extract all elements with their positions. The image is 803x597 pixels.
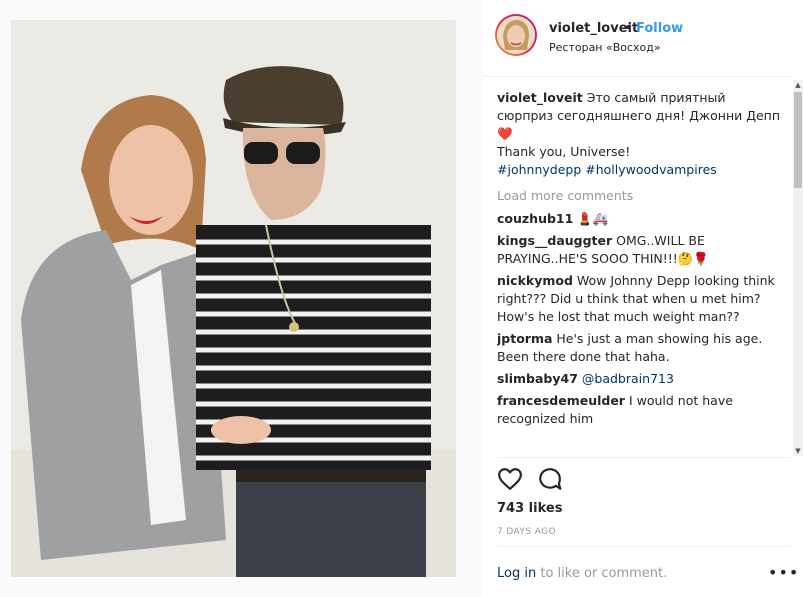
comment-text: 💄🚑 bbox=[577, 211, 609, 226]
comment-username[interactable]: francesdemeulder bbox=[497, 393, 625, 408]
scroll-up-arrow-icon[interactable]: ▲ bbox=[793, 80, 803, 90]
login-link[interactable]: Log in bbox=[497, 566, 536, 581]
comment-username[interactable]: nickkymod bbox=[497, 273, 573, 288]
caption-hashtags[interactable]: #johnnydepp #hollywoodvampires bbox=[497, 161, 783, 179]
comments-list[interactable]: violet_loveit Это самый приятный сюрприз… bbox=[497, 89, 783, 456]
post-header: violet_loveit • Follow Ресторан «Восход» bbox=[483, 0, 791, 77]
post-photo-illustration bbox=[11, 20, 456, 577]
post-photo[interactable] bbox=[11, 20, 456, 577]
comment-item: nickkymod Wow Johnny Depp looking think … bbox=[497, 272, 783, 326]
caption: violet_loveit Это самый приятный сюрприз… bbox=[497, 89, 783, 179]
comment-username[interactable]: slimbaby47 bbox=[497, 371, 578, 386]
comment-item: kings__dauggter OMG..WILL BE PRAYING..HE… bbox=[497, 232, 783, 268]
load-more-comments-button[interactable]: Load more comments bbox=[497, 187, 783, 205]
comment-item: couzhub11 💄🚑 bbox=[497, 210, 783, 228]
divider bbox=[497, 546, 791, 547]
caption-line-2: Thank you, Universe! bbox=[497, 144, 631, 159]
like-button[interactable] bbox=[497, 466, 523, 492]
avatar-ring[interactable] bbox=[495, 14, 537, 56]
scroll-down-arrow-icon[interactable]: ▼ bbox=[793, 446, 803, 456]
scrollbar-thumb[interactable] bbox=[794, 92, 802, 188]
likes-count[interactable]: 743 likes bbox=[497, 501, 562, 516]
avatar-image bbox=[497, 16, 535, 54]
comment-item: slimbaby47 @badbrain713 bbox=[497, 370, 783, 388]
caption-username[interactable]: violet_loveit bbox=[497, 90, 583, 105]
heart-icon bbox=[498, 468, 522, 490]
follow-button[interactable]: Follow bbox=[636, 21, 683, 36]
comment-bubble-icon bbox=[539, 468, 562, 490]
login-prompt-text: to like or comment. bbox=[540, 566, 668, 581]
comment-button[interactable] bbox=[537, 466, 563, 492]
more-options-icon[interactable]: ••• bbox=[768, 565, 799, 581]
login-prompt: Log in to like or comment. bbox=[497, 566, 667, 581]
comment-item: jptorma He's just a man showing his age.… bbox=[497, 330, 783, 366]
divider bbox=[497, 457, 791, 458]
avatar[interactable] bbox=[497, 16, 535, 54]
comment-username[interactable]: couzhub11 bbox=[497, 211, 573, 226]
comment-username[interactable]: jptorma bbox=[497, 331, 552, 346]
comment-mention[interactable]: @badbrain713 bbox=[582, 371, 674, 386]
header-separator: • bbox=[624, 21, 632, 36]
photo-area bbox=[0, 0, 483, 597]
comment-item: francesdemeulder I would not have recogn… bbox=[497, 392, 783, 428]
comments-scrollbar[interactable]: ▲ ▼ bbox=[793, 80, 803, 456]
location-link[interactable]: Ресторан «Восход» bbox=[549, 41, 661, 54]
post-timestamp[interactable]: 7 DAYS AGO bbox=[497, 527, 556, 537]
comment-username[interactable]: kings__dauggter bbox=[497, 233, 612, 248]
post-side-panel: violet_loveit • Follow Ресторан «Восход»… bbox=[483, 0, 803, 597]
